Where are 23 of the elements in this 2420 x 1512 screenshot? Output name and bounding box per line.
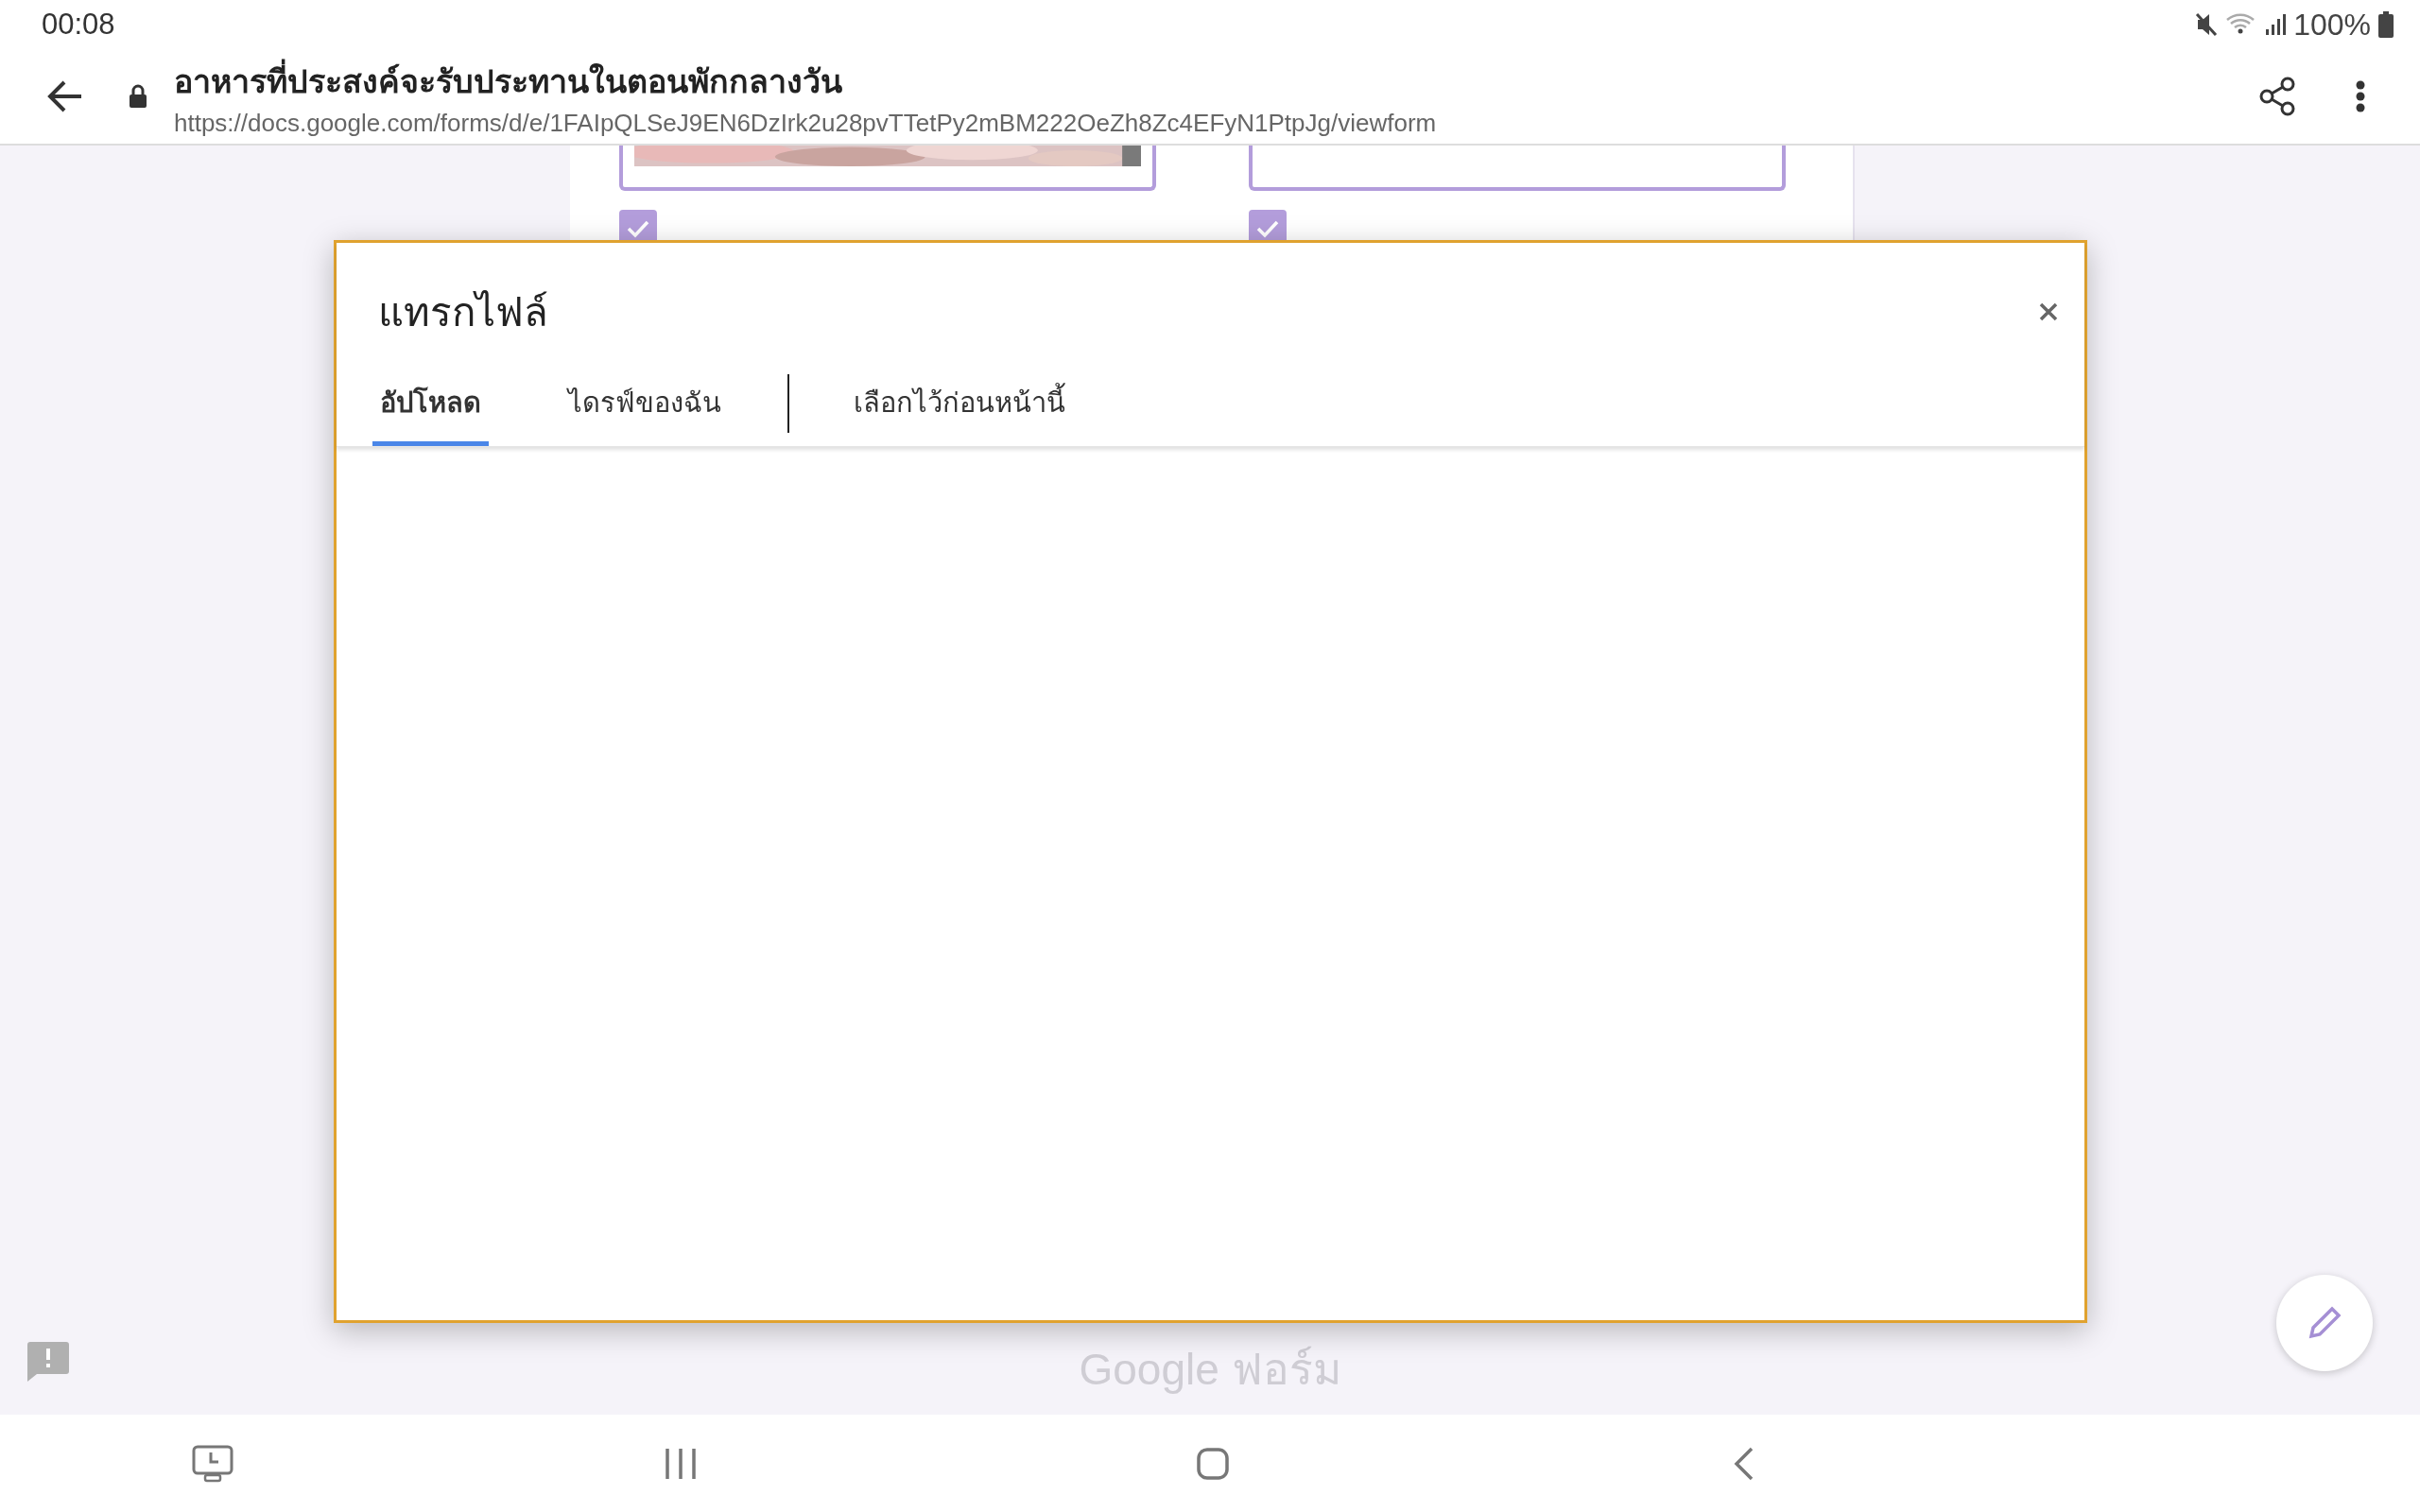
clock-time: 00:08 — [42, 8, 115, 42]
signal-icon — [2265, 14, 2287, 35]
close-icon[interactable] — [2039, 302, 2058, 321]
back-icon[interactable] — [1734, 1446, 1754, 1481]
recent-screen-icon[interactable] — [192, 1444, 233, 1483]
lock-icon — [129, 84, 147, 109]
mute-icon — [2195, 12, 2219, 37]
more-options-icon[interactable] — [2356, 80, 2365, 112]
battery-icon — [2378, 11, 2394, 38]
page-url[interactable]: https://docs.google.com/forms/d/e/1FAIpQLSeJ9EN6DzIrk2u28pvTTetPy2mBM222OeZh8Zc4EFyN1PtpJg/viewform — [174, 108, 2259, 138]
page-title: อาหารที่ประสงค์จะรับประทานในตอนพักกลางวัน — [174, 55, 2259, 107]
share-icon[interactable] — [2259, 77, 2295, 116]
checkmark-icon — [1255, 218, 1280, 239]
tab[interactable]: ไดรฟ์ของฉัน — [561, 369, 729, 446]
battery-level: 100% — [2293, 7, 2371, 43]
tab[interactable]: อัปโหลด — [372, 369, 489, 446]
back-arrow-icon[interactable] — [47, 79, 83, 113]
edit-button[interactable] — [2276, 1275, 2373, 1371]
tab[interactable]: เลือกไว้ก่อนหน้านี้ — [846, 369, 1073, 446]
dialog-title: แทรกไฟล์ — [378, 289, 548, 336]
checkmark-icon — [626, 218, 650, 239]
home-icon[interactable] — [1197, 1447, 1229, 1480]
recent-apps-icon[interactable] — [665, 1448, 697, 1479]
